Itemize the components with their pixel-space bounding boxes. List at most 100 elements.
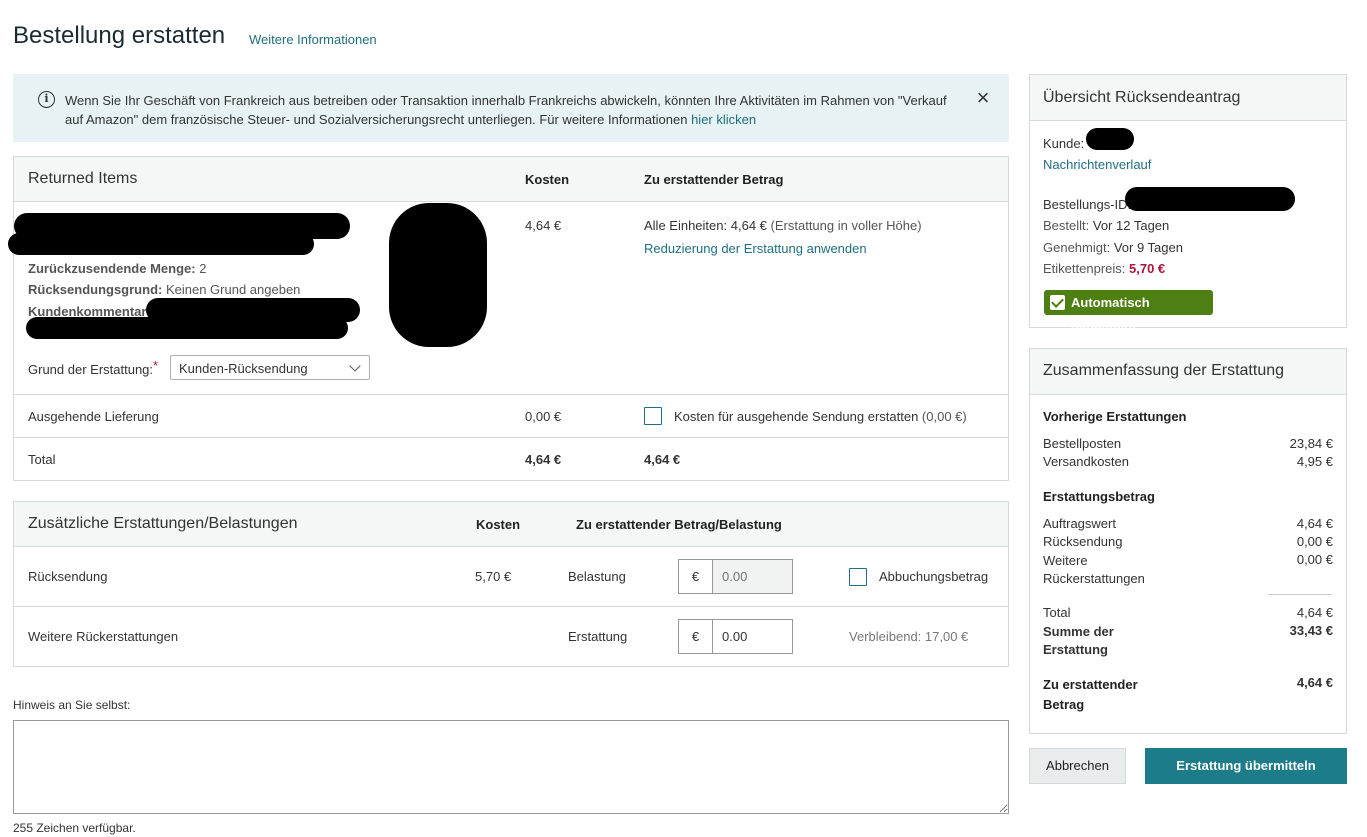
info-banner: i Wenn Sie Ihr Geschäft von Frankreich a… (13, 74, 1009, 142)
prev-shipping-value: 4,95 € (1296, 454, 1333, 469)
other-refunds-summary-value: 0,00 € (1296, 552, 1333, 567)
label-price-label: Etikettenpreis: (1043, 261, 1126, 276)
info-icon: i (38, 91, 55, 108)
summary-total-value: 4,64 € (1296, 605, 1333, 620)
refund-summary-panel: Zusammenfassung der Erstattung Vorherige… (1029, 348, 1347, 734)
item-cost: 4,64 € (525, 218, 562, 233)
redacted-product-image (389, 203, 487, 347)
info-banner-link[interactable]: hier klicken (691, 112, 756, 127)
prev-shipping-label: Versandkosten (1043, 454, 1130, 469)
more-info-link[interactable]: Weitere Informationen (249, 32, 377, 47)
submit-refund-button[interactable]: Erstattung übermitteln (1145, 748, 1347, 784)
return-label: Rücksendung (1043, 534, 1123, 549)
other-refunds-label: Weitere Rückerstattungen (28, 629, 179, 644)
sum-refund-label: Summe der Erstattung (1043, 624, 1114, 657)
refund-summary-header: Zusammenfassung der Erstattung (1030, 349, 1346, 395)
return-overview-panel: Übersicht Rücksendeantrag Kunde: Nachric… (1029, 74, 1347, 335)
divider (14, 437, 1008, 438)
prev-items-label: Bestellposten (1043, 436, 1122, 451)
refund-amount-heading: Erstattungsbetrag (1043, 489, 1155, 504)
close-icon[interactable]: × (973, 87, 993, 109)
ordered-label: Bestellt: (1043, 218, 1090, 233)
additional-col-amount: Zu erstattender Betrag/Belastung (576, 517, 782, 532)
message-history-link[interactable]: Nachrichtenverlauf (1043, 157, 1151, 172)
total-cost: 4,64 € (525, 452, 562, 467)
all-units-label: Alle Einheiten: (644, 218, 728, 233)
additional-refunds-header: Zusätzliche Erstattungen/Belastungen Kos… (14, 502, 1008, 547)
note-textarea[interactable] (13, 720, 1009, 814)
refund-amount-field[interactable]: € (678, 619, 793, 654)
outbound-label: Ausgehende Lieferung (28, 409, 159, 424)
required-mark: * (153, 358, 159, 373)
outbound-refund-checkbox[interactable] (644, 407, 662, 425)
ordered-row: Bestellt: Vor 12 Tagen (1043, 218, 1169, 233)
return-shipping-label: Rücksendung (28, 569, 108, 584)
customer-label: Kunde: (1043, 136, 1085, 151)
sum-refund-value: 33,43 € (1289, 623, 1333, 638)
return-qty-label: Zurückzusendende Menge: (28, 261, 196, 276)
to-refund-value: 4,64 € (1296, 675, 1333, 690)
chevron-down-icon (349, 360, 361, 372)
return-reason-label: Rücksendungsgrund: (28, 282, 163, 297)
order-id-label: Bestellungs-ID: (1043, 197, 1132, 212)
page-title: Bestellung erstatten (13, 22, 226, 49)
order-value-label: Auftragswert (1043, 516, 1116, 531)
outbound-refund-amount: (0,00 €) (921, 409, 967, 424)
prev-items-value: 23,84 € (1289, 436, 1333, 451)
debit-amount-checkbox[interactable] (849, 568, 867, 586)
col-refund-header: Zu erstattender Betrag (644, 172, 784, 187)
refund-reason-select[interactable]: Kunden-Rücksendung (170, 355, 370, 380)
note-label: Hinweis an Sie selbst: (13, 698, 131, 712)
col-cost-header: Kosten (525, 172, 570, 187)
returned-items-panel: Returned Items Kosten Zu erstattender Be… (8, 156, 1009, 481)
chars-remaining: 255 Zeichen verfügbar. (13, 821, 136, 835)
divider (1268, 594, 1332, 595)
return-reason: Rücksendungsgrund: Keinen Grund angeben (28, 282, 300, 297)
returned-items-header: Returned Items Kosten Zu erstattender Be… (14, 157, 1008, 202)
info-banner-message: Wenn Sie Ihr Geschäft von Frankreich aus… (65, 93, 947, 127)
debit-amount-label: Abbuchungsbetrag (879, 569, 989, 584)
refund-reason-label: Grund der Erstattung: (28, 362, 154, 377)
previous-refunds-heading: Vorherige Erstattungen (1043, 409, 1187, 424)
redacted-comment-line2 (26, 317, 348, 339)
currency-prefix: € (679, 620, 713, 653)
all-units-value: 4,64 € (730, 218, 767, 233)
cancel-button[interactable]: Abbrechen (1029, 748, 1126, 784)
return-reason-value: Keinen Grund angeben (165, 282, 301, 297)
reduce-refund-link[interactable]: Reduzierung der Erstattung anwenden (644, 241, 867, 256)
refund-summary-title: Zusammenfassung der Erstattung (1043, 362, 1285, 379)
auto-approved-badge: Automatisch genehmigt (1044, 290, 1213, 335)
total-label: Total (28, 452, 56, 467)
divider (14, 394, 1008, 395)
approved-label: Genehmigt: (1043, 240, 1111, 255)
return-qty-value: 2 (199, 261, 207, 276)
to-refund-label: Zu erstattender Betrag (1043, 677, 1138, 712)
order-value-value: 4,64 € (1296, 516, 1333, 531)
currency-prefix: € (679, 560, 713, 593)
remaining-amount: Verbleibend: 17,00 € (849, 629, 969, 644)
label-price-value: 5,70 € (1129, 261, 1166, 276)
outbound-refund-text: Kosten für ausgehende Sendung erstatten … (674, 409, 967, 424)
charge-amount-field[interactable]: € (678, 559, 793, 594)
redacted-order-id (1125, 187, 1295, 211)
return-shipping-cost: 5,70 € (475, 569, 512, 584)
other-refunds-summary-label: Weitere Rückerstattungen (1043, 553, 1145, 586)
info-banner-text: Wenn Sie Ihr Geschäft von Frankreich aus… (65, 91, 965, 129)
outbound-cost: 0,00 € (525, 409, 562, 424)
total-refund: 4,64 € (644, 452, 681, 467)
additional-col-cost: Kosten (476, 517, 521, 532)
ordered-value: Vor 12 Tagen (1092, 218, 1170, 233)
additional-refunds-title: Zusätzliche Erstattungen/Belastungen (28, 515, 298, 532)
refund-amount-input[interactable] (714, 620, 792, 653)
divider (14, 606, 1008, 607)
all-units: Alle Einheiten: 4,64 € (Erstattung in vo… (644, 218, 922, 233)
charge-amount-input[interactable] (714, 560, 792, 593)
checkmark-icon (1050, 295, 1065, 310)
redacted-product-title-line2 (8, 233, 314, 255)
return-value: 0,00 € (1296, 534, 1333, 549)
return-overview-header: Übersicht Rücksendeantrag (1030, 75, 1346, 121)
outbound-refund-label: Kosten für ausgehende Sendung erstatten (674, 409, 919, 424)
returned-items-title: Returned Items (28, 170, 138, 187)
return-qty: Zurückzusendende Menge: 2 (28, 261, 206, 276)
redacted-customer-name (1086, 128, 1134, 150)
